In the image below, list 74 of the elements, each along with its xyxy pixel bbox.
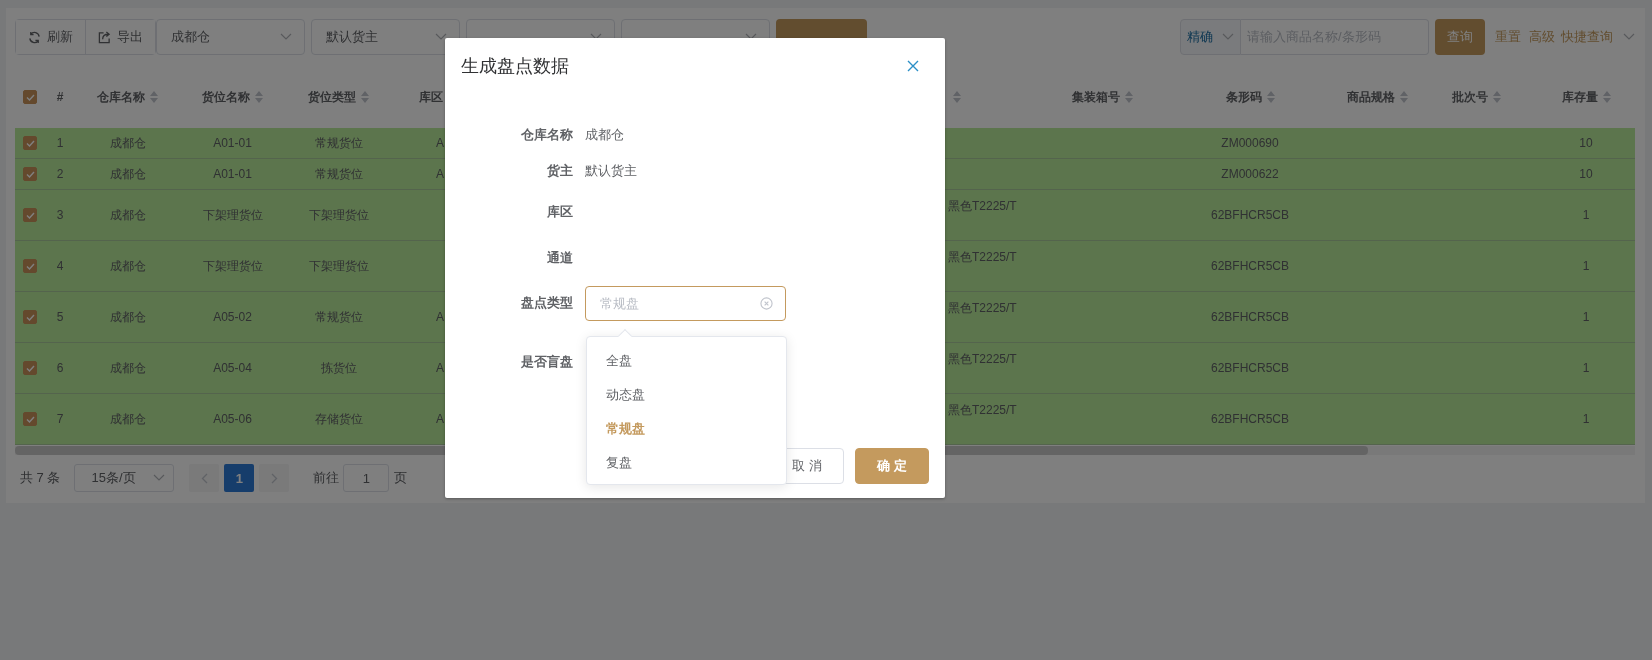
table-cell: ZM000622: [1221, 167, 1279, 181]
table-cell: 成都仓: [109, 206, 146, 224]
dialog-title: 生成盘点数据: [461, 55, 569, 78]
table-cell: A: [436, 136, 444, 150]
table-cell: 3: [56, 208, 64, 222]
table-cell: 常规货位: [314, 308, 363, 326]
column-header: 库区: [419, 88, 443, 106]
table-cell: 黑色T2225/T: [948, 402, 1017, 419]
form-label: 库区: [546, 203, 573, 221]
form-value: 默认货主: [585, 162, 637, 180]
table-cell: 1: [1582, 412, 1590, 426]
goto-label: 前往: [313, 469, 340, 487]
table-cell: 1: [1582, 310, 1590, 324]
form-value: 成都仓: [585, 126, 624, 144]
table-cell: 10: [1579, 136, 1593, 150]
total-count: 共 7 条: [20, 469, 61, 487]
table-cell: 成都仓: [109, 257, 146, 275]
table-cell: 黑色T2225/T: [948, 198, 1017, 215]
table-cell: A: [436, 167, 444, 181]
page-suffix: 页: [394, 469, 408, 487]
table-cell: 常规货位: [314, 134, 363, 152]
table-cell: 黑色T2225/T: [948, 300, 1017, 317]
table-cell: 成都仓: [109, 410, 146, 428]
table-cell: A05-06: [213, 412, 252, 426]
table-cell: A01-01: [213, 136, 252, 150]
table-cell: 下架理货位: [308, 257, 369, 275]
form-label: 仓库名称: [520, 126, 573, 144]
table-cell: 拣货位: [320, 359, 357, 377]
table-cell: 1: [1582, 259, 1590, 273]
form-label: 货主: [546, 162, 573, 180]
column-header: #: [56, 90, 64, 104]
table-cell: 成都仓: [109, 134, 146, 152]
table-cell: A: [436, 361, 444, 375]
table-cell: 成都仓: [109, 359, 146, 377]
form-label: 通道: [546, 249, 573, 267]
table-cell: 10: [1579, 167, 1593, 181]
table-cell: A: [436, 412, 444, 426]
table-cell: 常规货位: [314, 165, 363, 183]
table-cell: 1: [1582, 208, 1590, 222]
table-cell: A05-02: [213, 310, 252, 324]
column-header: 库存量: [1561, 88, 1598, 106]
form-label: 盘点类型: [520, 294, 573, 312]
column-header: 集装箱号: [1072, 88, 1120, 106]
column-header: 货位名称: [202, 88, 250, 106]
table-cell: A: [436, 310, 444, 324]
table-cell: ZM000690: [1221, 136, 1279, 150]
column-header: 批次号: [1451, 88, 1488, 106]
table-cell: 5: [56, 310, 64, 324]
table-cell: 成都仓: [109, 308, 146, 326]
column-header: 仓库名称: [97, 88, 145, 106]
table-cell: A01-01: [213, 167, 252, 181]
table-cell: 6: [56, 361, 64, 375]
table-cell: 黑色T2225/T: [948, 351, 1017, 368]
table-cell: A05-04: [213, 361, 252, 375]
column-header: 货位类型: [308, 88, 356, 106]
table-cell: 62BFHCR5CB: [1211, 310, 1289, 324]
table-cell: 下架理货位: [202, 206, 263, 224]
table-cell: 成都仓: [109, 165, 146, 183]
table-cell: 黑色T2225/T: [948, 249, 1017, 266]
table-cell: 下架理货位: [308, 206, 369, 224]
table-cell: 下架理货位: [202, 257, 263, 275]
column-header: 条形码: [1225, 88, 1262, 106]
table-cell: 存储货位: [314, 410, 363, 428]
form-label: 是否盲盘: [520, 353, 573, 371]
table-cell: 62BFHCR5CB: [1211, 208, 1289, 222]
table-cell: 1: [1582, 361, 1590, 375]
column-header: 商品规格: [1347, 88, 1395, 106]
table-cell: 1: [56, 136, 64, 150]
table-cell: 7: [56, 412, 64, 426]
table-cell: 2: [56, 167, 64, 181]
table-cell: 62BFHCR5CB: [1211, 361, 1289, 375]
table-cell: 62BFHCR5CB: [1211, 259, 1289, 273]
table-cell: 62BFHCR5CB: [1211, 412, 1289, 426]
table-cell: 4: [56, 259, 64, 273]
